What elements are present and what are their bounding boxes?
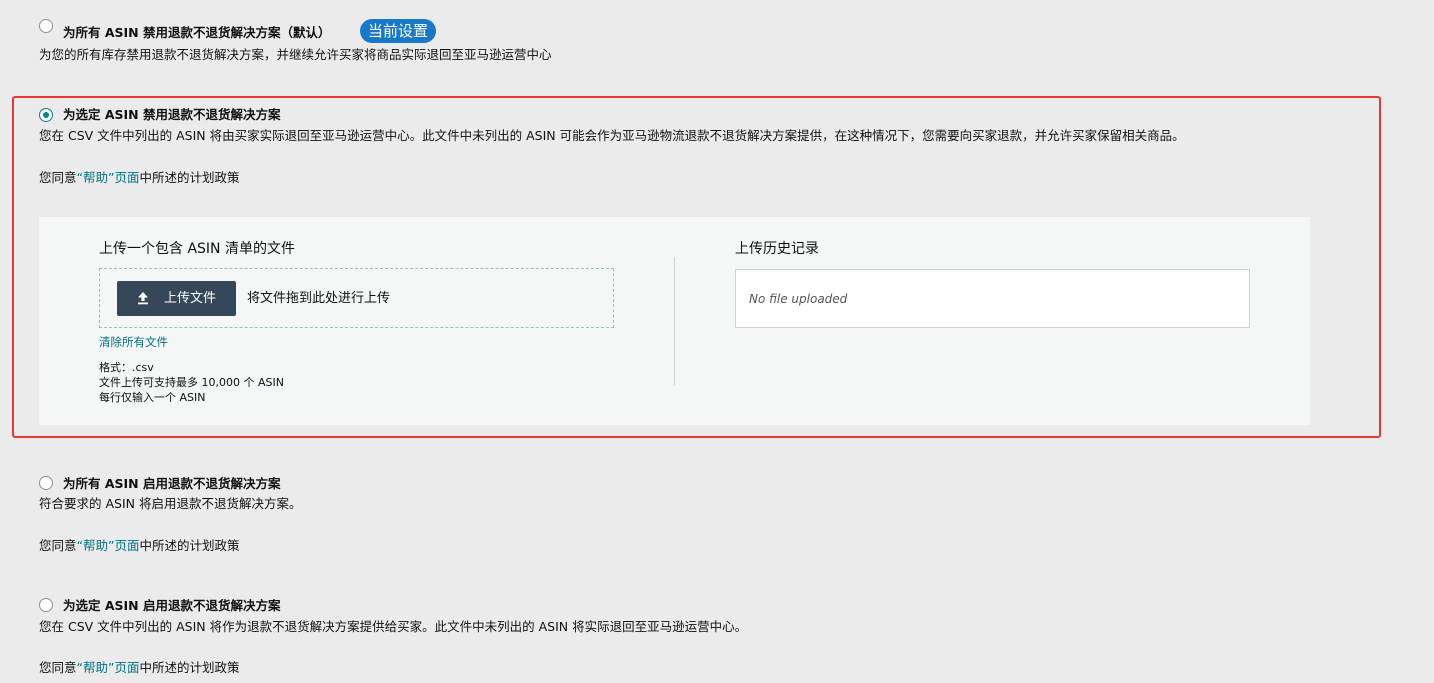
option-disable-selected-description: 您在 CSV 文件中列出的 ASIN 将由买家实际退回至亚马逊运营中心。此文件中… xyxy=(39,128,1185,143)
option-enable-all-agree: 您同意“帮助”页面中所述的计划政策 xyxy=(39,538,239,554)
option-enable-selected-agree: 您同意“帮助”页面中所述的计划政策 xyxy=(39,660,239,676)
agree-prefix: 您同意 xyxy=(39,170,77,185)
option-disable-all-title: 为所有 ASIN 禁用退款不退货解决方案（默认） xyxy=(63,25,331,40)
upload-note-limit: 文件上传可支持最多 10,000 个 ASIN xyxy=(99,376,284,389)
option-enable-all-title: 为所有 ASIN 启用退款不退货解决方案 xyxy=(63,476,281,491)
upload-file-button[interactable]: 上传文件 xyxy=(117,281,236,316)
option-enable-selected-title: 为选定 ASIN 启用退款不退货解决方案 xyxy=(63,598,281,613)
radio-enable-all[interactable] xyxy=(39,476,53,490)
radio-disable-selected[interactable] xyxy=(39,108,53,122)
help-page-link[interactable]: “帮助”页面 xyxy=(77,170,140,185)
drop-hint-text: 将文件拖到此处进行上传 xyxy=(247,291,391,306)
upload-note-per-line: 每行仅输入一个 ASIN xyxy=(99,391,206,404)
option-disable-selected-agree: 您同意“帮助”页面中所述的计划政策 xyxy=(39,170,239,186)
help-page-link[interactable]: “帮助”页面 xyxy=(77,538,140,553)
upload-history-box: No file uploaded xyxy=(735,269,1250,328)
agree-suffix: 中所述的计划政策 xyxy=(139,660,240,675)
agree-suffix: 中所述的计划政策 xyxy=(139,538,240,553)
agree-prefix: 您同意 xyxy=(39,660,77,675)
upload-file-button-label: 上传文件 xyxy=(164,291,217,306)
upload-icon xyxy=(138,292,148,305)
panel-divider xyxy=(674,257,675,385)
radio-enable-selected[interactable] xyxy=(39,598,53,612)
agree-suffix: 中所述的计划政策 xyxy=(139,170,240,185)
no-file-uploaded-text: No file uploaded xyxy=(749,292,848,306)
help-page-link[interactable]: “帮助”页面 xyxy=(77,660,140,675)
option-disable-all-description: 为您的所有库存禁用退款不退货解决方案，并继续允许买家将商品实际退回至亚马逊运营中… xyxy=(39,47,552,62)
upload-section-title: 上传一个包含 ASIN 清单的文件 xyxy=(99,241,295,257)
upload-note-format: 格式：.csv xyxy=(99,361,154,374)
radio-disable-all[interactable] xyxy=(39,19,53,33)
upload-history-title: 上传历史记录 xyxy=(735,241,819,257)
current-setting-badge: 当前设置 xyxy=(360,19,437,43)
agree-prefix: 您同意 xyxy=(39,538,77,553)
option-enable-all-description: 符合要求的 ASIN 将启用退款不退货解决方案。 xyxy=(39,496,302,511)
option-enable-selected-description: 您在 CSV 文件中列出的 ASIN 将作为退款不退货解决方案提供给买家。此文件… xyxy=(39,619,748,634)
option-disable-selected-title: 为选定 ASIN 禁用退款不退货解决方案 xyxy=(63,107,281,122)
clear-all-files-link[interactable]: 清除所有文件 xyxy=(99,335,168,350)
